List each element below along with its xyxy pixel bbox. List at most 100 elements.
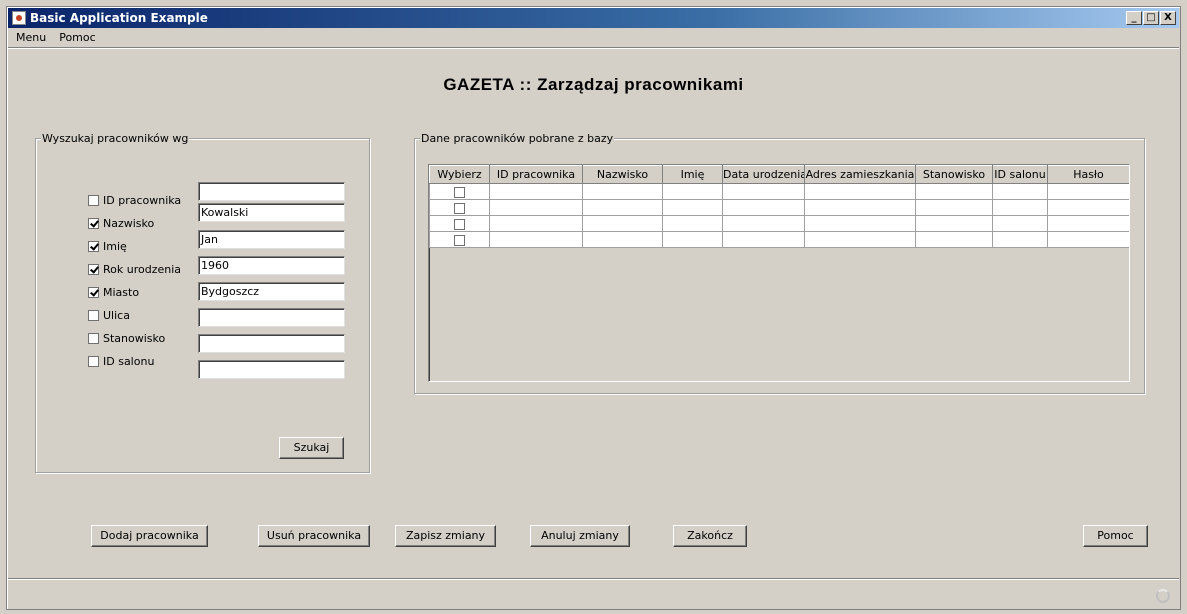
imie-input[interactable]: Jan bbox=[198, 230, 345, 249]
table-cell[interactable] bbox=[992, 231, 1048, 248]
table-cell[interactable] bbox=[722, 231, 805, 248]
exit-button[interactable]: Zakończ bbox=[673, 525, 747, 547]
criterion-checkbox[interactable] bbox=[88, 195, 99, 206]
table-cell[interactable] bbox=[915, 183, 993, 200]
table-cell[interactable] bbox=[662, 183, 723, 200]
criterion-checkbox[interactable] bbox=[88, 287, 99, 298]
column-header[interactable]: Hasło bbox=[1047, 165, 1129, 184]
results-panel-legend: Dane pracowników pobrane z bazy bbox=[420, 132, 615, 145]
select-cell[interactable] bbox=[429, 231, 490, 248]
column-header[interactable]: Adres zamieszkania bbox=[804, 165, 916, 184]
cancel-changes-button[interactable]: Anuluj zmiany bbox=[530, 525, 630, 547]
column-header[interactable]: Nazwisko bbox=[582, 165, 663, 184]
row-select-checkbox[interactable] bbox=[454, 202, 465, 214]
criterion-checkbox[interactable] bbox=[88, 333, 99, 344]
criterion-miasto[interactable]: Miasto bbox=[88, 286, 139, 299]
page-title: GAZETA :: Zarządzaj pracownikami bbox=[443, 75, 744, 94]
select-cell[interactable] bbox=[429, 215, 490, 232]
minimize-button[interactable]: _ bbox=[1126, 11, 1142, 25]
table-cell[interactable] bbox=[722, 183, 805, 200]
table-cell[interactable] bbox=[992, 199, 1048, 216]
table-cell[interactable] bbox=[582, 215, 663, 232]
title-bar[interactable]: Basic Application Example _ □ X bbox=[8, 8, 1179, 28]
help-button[interactable]: Pomoc bbox=[1083, 525, 1148, 547]
criterion-label: Imię bbox=[103, 240, 127, 253]
rok-urodzenia-input[interactable]: 1960 bbox=[198, 256, 345, 275]
criterion-imie[interactable]: Imię bbox=[88, 240, 127, 253]
criterion-rok-urodzenia[interactable]: Rok urodzenia bbox=[88, 263, 181, 276]
table-cell[interactable] bbox=[992, 215, 1048, 232]
table-cell[interactable] bbox=[804, 215, 916, 232]
employees-grid: Wybierz ID pracownika Nazwisko Imię Data… bbox=[429, 165, 1129, 248]
row-select-checkbox[interactable] bbox=[454, 186, 465, 198]
nazwisko-input[interactable]: Kowalski bbox=[198, 203, 345, 222]
table-row[interactable] bbox=[429, 199, 1129, 216]
java-cup-icon bbox=[12, 11, 26, 25]
table-row[interactable] bbox=[429, 215, 1129, 232]
maximize-button[interactable]: □ bbox=[1143, 11, 1159, 25]
table-cell[interactable] bbox=[722, 215, 805, 232]
employees-table: Wybierz ID pracownika Nazwisko Imię Data… bbox=[428, 164, 1130, 382]
stanowisko-input[interactable] bbox=[198, 334, 345, 353]
table-row[interactable] bbox=[429, 183, 1129, 200]
table-cell[interactable] bbox=[915, 215, 993, 232]
criterion-checkbox[interactable] bbox=[88, 218, 99, 229]
table-cell[interactable] bbox=[1047, 183, 1129, 200]
table-cell[interactable] bbox=[915, 199, 993, 216]
menu-item-menu[interactable]: Menu bbox=[16, 31, 46, 44]
criterion-ulica[interactable]: Ulica bbox=[88, 309, 130, 322]
close-button[interactable]: X bbox=[1160, 11, 1176, 25]
table-cell[interactable] bbox=[489, 199, 583, 216]
miasto-input[interactable]: Bydgoszcz bbox=[198, 282, 345, 301]
column-header[interactable]: Wybierz bbox=[429, 165, 490, 184]
table-cell[interactable] bbox=[1047, 199, 1129, 216]
criterion-checkbox[interactable] bbox=[88, 356, 99, 367]
criterion-id-salonu[interactable]: ID salonu bbox=[88, 355, 154, 368]
table-cell[interactable] bbox=[582, 199, 663, 216]
criterion-stanowisko[interactable]: Stanowisko bbox=[88, 332, 165, 345]
select-cell[interactable] bbox=[429, 199, 490, 216]
criterion-checkbox[interactable] bbox=[88, 264, 99, 275]
criterion-checkbox[interactable] bbox=[88, 241, 99, 252]
table-cell[interactable] bbox=[582, 231, 663, 248]
table-cell[interactable] bbox=[582, 183, 663, 200]
table-cell[interactable] bbox=[662, 199, 723, 216]
table-cell[interactable] bbox=[915, 231, 993, 248]
criterion-id-pracownika[interactable]: ID pracownika bbox=[88, 194, 181, 207]
table-cell[interactable] bbox=[804, 183, 916, 200]
search-panel-legend: Wyszukaj pracowników wg bbox=[41, 132, 190, 145]
main-window: Basic Application Example _ □ X Menu Pom… bbox=[6, 6, 1181, 610]
column-header[interactable]: Data urodzenia bbox=[722, 165, 805, 184]
window-title: Basic Application Example bbox=[30, 11, 208, 25]
column-header[interactable]: ID pracownika bbox=[489, 165, 583, 184]
table-cell[interactable] bbox=[722, 199, 805, 216]
column-header[interactable]: Imię bbox=[662, 165, 723, 184]
column-header[interactable]: ID salonu bbox=[992, 165, 1048, 184]
table-cell[interactable] bbox=[489, 183, 583, 200]
table-cell[interactable] bbox=[1047, 231, 1129, 248]
criterion-nazwisko[interactable]: Nazwisko bbox=[88, 217, 154, 230]
add-employee-button[interactable]: Dodaj pracownika bbox=[91, 525, 208, 547]
select-cell[interactable] bbox=[429, 183, 490, 200]
search-button[interactable]: Szukaj bbox=[279, 437, 344, 459]
table-cell[interactable] bbox=[662, 231, 723, 248]
table-cell[interactable] bbox=[804, 199, 916, 216]
id-salonu-input[interactable] bbox=[198, 360, 345, 379]
row-select-checkbox[interactable] bbox=[454, 218, 465, 230]
remove-employee-button[interactable]: Usuń pracownika bbox=[258, 525, 370, 547]
table-cell[interactable] bbox=[992, 183, 1048, 200]
table-cell[interactable] bbox=[1047, 215, 1129, 232]
save-changes-button[interactable]: Zapisz zmiany bbox=[395, 525, 496, 547]
table-header-row: Wybierz ID pracownika Nazwisko Imię Data… bbox=[429, 165, 1129, 184]
table-cell[interactable] bbox=[489, 231, 583, 248]
criterion-checkbox[interactable] bbox=[88, 310, 99, 321]
ulica-input[interactable] bbox=[198, 308, 345, 327]
id-pracownika-input[interactable] bbox=[198, 182, 345, 201]
column-header[interactable]: Stanowisko bbox=[915, 165, 993, 184]
row-select-checkbox[interactable] bbox=[454, 234, 465, 246]
table-cell[interactable] bbox=[804, 231, 916, 248]
table-cell[interactable] bbox=[662, 215, 723, 232]
table-row[interactable] bbox=[429, 231, 1129, 248]
table-cell[interactable] bbox=[489, 215, 583, 232]
menu-item-pomoc[interactable]: Pomoc bbox=[59, 31, 95, 44]
